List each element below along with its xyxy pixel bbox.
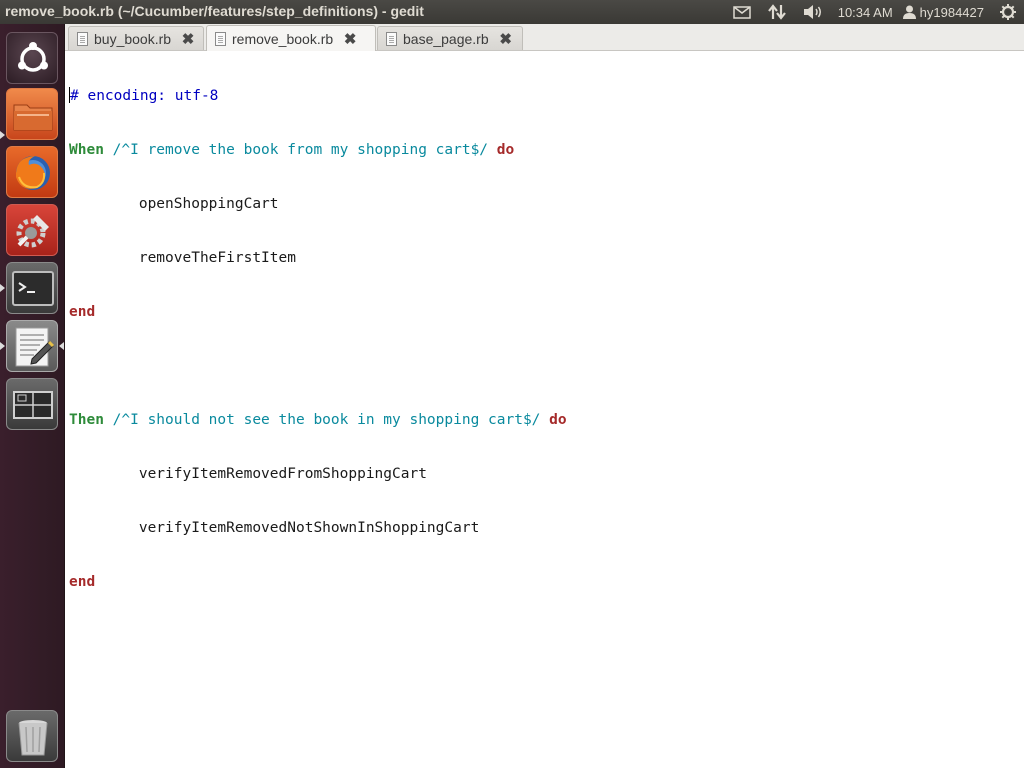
code-line: When /^I remove the book from my shoppin…: [69, 141, 567, 159]
end-keyword: end: [69, 574, 96, 590]
tab-remove-book[interactable]: remove_book.rb ✖: [206, 25, 376, 51]
volume-icon[interactable]: [794, 0, 832, 24]
comment: # encoding: utf-8: [70, 88, 219, 104]
active-indicator: [59, 342, 64, 350]
running-indicator: [0, 342, 5, 350]
mail-icon[interactable]: [724, 0, 760, 24]
firefox-icon: [16, 156, 50, 190]
step-regex: /^I should not see the book in my shoppi…: [112, 412, 541, 428]
document-icon: [386, 31, 397, 46]
folder-icon: [13, 104, 53, 131]
tab-label: buy_book.rb: [94, 30, 172, 47]
gear-icon[interactable]: [992, 0, 1024, 24]
method-call: openShoppingCart: [138, 196, 279, 212]
window-title: remove_book.rb (~/Cucumber/features/step…: [5, 3, 424, 19]
settings-tools-icon: [16, 215, 49, 248]
code-line: verifyItemRemovedNotShownInShoppingCart: [69, 519, 567, 537]
code-line: end: [69, 573, 567, 591]
firefox-launcher-button[interactable]: [6, 146, 58, 198]
files-launcher-button[interactable]: [6, 88, 58, 140]
workspace-icon: [13, 391, 53, 419]
trash-launcher-button[interactable]: [6, 710, 58, 762]
close-icon[interactable]: ✖: [499, 31, 513, 48]
method-call: removeTheFirstItem: [138, 250, 296, 266]
step-keyword: When: [69, 142, 104, 158]
step-keyword: Then: [69, 412, 104, 428]
text-editor-icon: [15, 327, 55, 367]
tab-buy-book[interactable]: buy_book.rb ✖: [68, 26, 204, 50]
user-icon[interactable]: [901, 0, 918, 24]
clock[interactable]: 10:34 AM: [832, 0, 901, 24]
system-settings-launcher-button[interactable]: [6, 204, 58, 256]
launcher: [0, 24, 65, 768]
tab-bar: buy_book.rb ✖ remove_book.rb ✖ base_page…: [65, 24, 1024, 51]
tab-base-page[interactable]: base_page.rb ✖: [377, 26, 523, 50]
ubuntu-logo-icon: [18, 42, 48, 72]
system-tray: 10:34 AM hy1984427: [724, 0, 1024, 24]
do-keyword: do: [496, 142, 515, 158]
do-keyword: do: [549, 412, 567, 428]
workspace-switcher-button[interactable]: [6, 378, 58, 430]
gedit-launcher-button[interactable]: [6, 320, 58, 372]
tab-label: base_page.rb: [403, 30, 489, 47]
end-keyword: end: [69, 304, 96, 320]
method-call: verifyItemRemovedFromShoppingCart: [138, 466, 427, 482]
gedit-window: buy_book.rb ✖ remove_book.rb ✖ base_page…: [65, 24, 1024, 768]
close-icon[interactable]: ✖: [181, 31, 195, 48]
dash-button[interactable]: [6, 32, 58, 84]
top-panel: remove_book.rb (~/Cucumber/features/step…: [0, 0, 1024, 24]
code-line: openShoppingCart: [69, 195, 567, 213]
close-icon[interactable]: ✖: [343, 31, 357, 48]
terminal-launcher-button[interactable]: [6, 262, 58, 314]
running-indicator: [0, 284, 5, 292]
code-line: Then /^I should not see the book in my s…: [69, 411, 567, 429]
document-icon: [77, 31, 88, 46]
document-icon: [215, 31, 226, 46]
trash-icon: [18, 720, 48, 756]
network-icon[interactable]: [760, 0, 794, 24]
code-line: removeTheFirstItem: [69, 249, 567, 267]
code-line: end: [69, 303, 567, 321]
code-line: verifyItemRemovedFromShoppingCart: [69, 465, 567, 483]
running-indicator: [0, 131, 5, 139]
code-editor[interactable]: # encoding: utf-8 When /^I remove the bo…: [69, 51, 567, 627]
user-name[interactable]: hy1984427: [918, 0, 992, 24]
method-call: verifyItemRemovedNotShownInShoppingCart: [138, 520, 480, 536]
terminal-icon: [12, 271, 54, 306]
tab-label: remove_book.rb: [232, 30, 334, 47]
code-line: # encoding: utf-8: [69, 87, 567, 105]
step-regex: /^I remove the book from my shopping car…: [112, 142, 489, 158]
